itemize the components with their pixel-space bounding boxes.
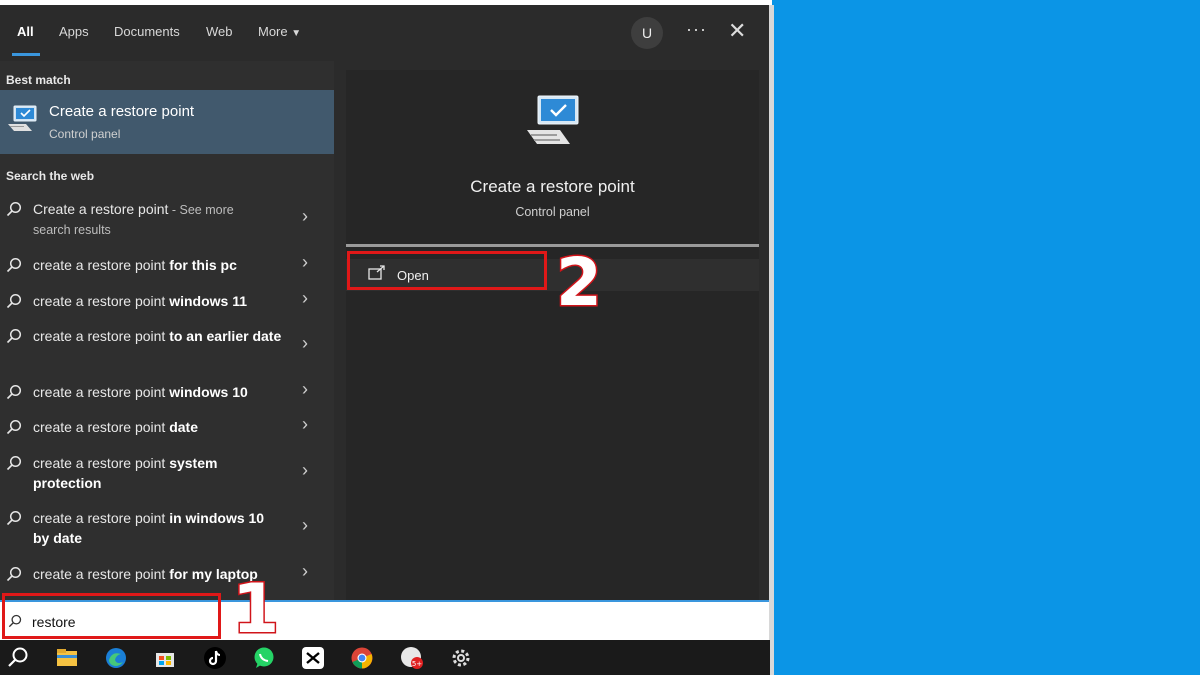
more-options-icon[interactable]: ··· (686, 19, 707, 40)
store-icon[interactable] (153, 646, 177, 670)
chevron-right-icon: › (302, 414, 308, 434)
best-match-title: Create a restore point (49, 103, 195, 120)
taskbar: 5+ (0, 640, 770, 675)
svg-text:5+: 5+ (412, 660, 422, 668)
web-result-text: create a restore point to an earlier dat… (33, 326, 283, 346)
best-match-heading: Best match (6, 73, 71, 87)
web-result-suffix: date (169, 419, 198, 435)
web-result-4[interactable]: create a restore point windows 10 › (0, 379, 334, 406)
web-result-prefix: create a restore point (33, 419, 170, 435)
web-result-2[interactable]: create a restore point windows 11 › (0, 288, 334, 315)
tab-all[interactable]: All (17, 24, 34, 39)
search-icon (6, 510, 22, 526)
tab-more[interactable]: More ▼ (258, 24, 301, 39)
web-result-suffix: for this pc (169, 257, 237, 273)
see-more-label-2: search results (33, 223, 111, 237)
search-icon (6, 201, 22, 217)
chevron-right-icon: › (302, 379, 308, 399)
search-icon (6, 293, 22, 309)
search-icon (6, 566, 22, 582)
best-match-subtitle: Control panel (49, 127, 121, 141)
edge-icon[interactable] (104, 646, 128, 670)
capcut-icon[interactable] (301, 646, 325, 670)
detail-subtitle: Control panel (515, 205, 590, 219)
results-list: Best match Create a restore point Contro… (0, 61, 334, 600)
search-icon[interactable] (6, 646, 30, 670)
step-1-annotation: 1 (230, 569, 280, 651)
search-highlight-box (2, 593, 221, 639)
search-icon (6, 455, 22, 471)
web-result-prefix: create a restore point (33, 293, 170, 309)
windows-search-panel: All Apps Documents Web More ▼ U ··· ✕ Be… (0, 5, 770, 600)
web-result-8[interactable]: create a restore point for my laptop › (0, 561, 334, 588)
tiktok-icon[interactable] (203, 646, 227, 670)
chevron-right-icon: › (302, 288, 308, 308)
web-result-text: create a restore point system protection (33, 453, 283, 493)
search-icon (6, 384, 22, 400)
web-result-5[interactable]: create a restore point date › (0, 414, 334, 441)
window-edge (769, 5, 774, 675)
search-icon (6, 328, 22, 344)
web-result-text: create a restore point for this pc (33, 255, 283, 275)
chevron-right-icon: › (302, 515, 308, 535)
web-result-query: Create a restore point (33, 201, 169, 217)
web-result-0[interactable]: Create a restore point - See more search … (0, 199, 334, 239)
web-result-prefix: create a restore point (33, 510, 170, 526)
caret-down-icon: ▼ (291, 28, 302, 39)
web-result-text: Create a restore point - See more search … (33, 199, 283, 240)
search-icon (6, 257, 22, 273)
settings-icon[interactable] (449, 646, 473, 670)
tab-apps[interactable]: Apps (59, 24, 89, 39)
web-result-suffix: windows 11 (169, 293, 247, 309)
detail-divider (346, 244, 759, 247)
tab-documents[interactable]: Documents (114, 24, 180, 39)
whatsapp-icon[interactable] (252, 646, 276, 670)
web-result-prefix: create a restore point (33, 328, 170, 344)
chevron-right-icon: › (302, 561, 308, 581)
web-result-text: create a restore point windows 10 (33, 382, 283, 402)
web-result-prefix: create a restore point (33, 566, 170, 582)
chevron-right-icon: › (302, 206, 308, 226)
web-result-7[interactable]: create a restore point in windows 10 by … (0, 508, 334, 550)
result-detail-pane: Create a restore point Control panel Ope… (346, 70, 759, 600)
close-icon[interactable]: ✕ (728, 19, 746, 43)
chevron-right-icon: › (302, 333, 308, 353)
user-avatar[interactable]: U (631, 17, 663, 49)
tab-web[interactable]: Web (206, 24, 233, 39)
web-result-prefix: create a restore point (33, 455, 170, 471)
best-match-result[interactable]: Create a restore point Control panel (0, 90, 334, 154)
web-result-1[interactable]: create a restore point for this pc › (0, 252, 334, 279)
web-result-suffix: to an earlier date (169, 328, 282, 344)
search-web-heading: Search the web (6, 169, 95, 183)
monitor-checkmark-icon (8, 105, 37, 131)
see-more-label: - See more (168, 203, 234, 217)
web-result-text: create a restore point in windows 10 by … (33, 508, 283, 548)
chevron-right-icon: › (302, 460, 308, 480)
zalo-icon[interactable]: 5+ (400, 646, 424, 670)
open-highlight-box (347, 251, 547, 290)
web-result-6[interactable]: create a restore point system protection… (0, 453, 334, 495)
web-result-prefix: create a restore point (33, 257, 170, 273)
web-result-text: create a restore point windows 11 (33, 291, 283, 311)
step-2-annotation: 2 (555, 243, 604, 323)
detail-title: Create a restore point (470, 177, 635, 196)
search-tabs-bar: All Apps Documents Web More ▼ U ··· ✕ (0, 5, 770, 61)
web-result-suffix: windows 10 (169, 384, 248, 400)
search-icon (6, 419, 22, 435)
chevron-right-icon: › (302, 252, 308, 272)
monitor-checkmark-icon (527, 95, 579, 144)
web-result-prefix: create a restore point (33, 384, 170, 400)
tab-more-label: More (258, 24, 288, 39)
web-result-3[interactable]: create a restore point to an earlier dat… (0, 326, 334, 368)
file-explorer-icon[interactable] (55, 646, 79, 670)
chrome-icon[interactable] (350, 646, 374, 670)
web-result-text: create a restore point date (33, 417, 283, 437)
active-tab-indicator (12, 53, 40, 56)
